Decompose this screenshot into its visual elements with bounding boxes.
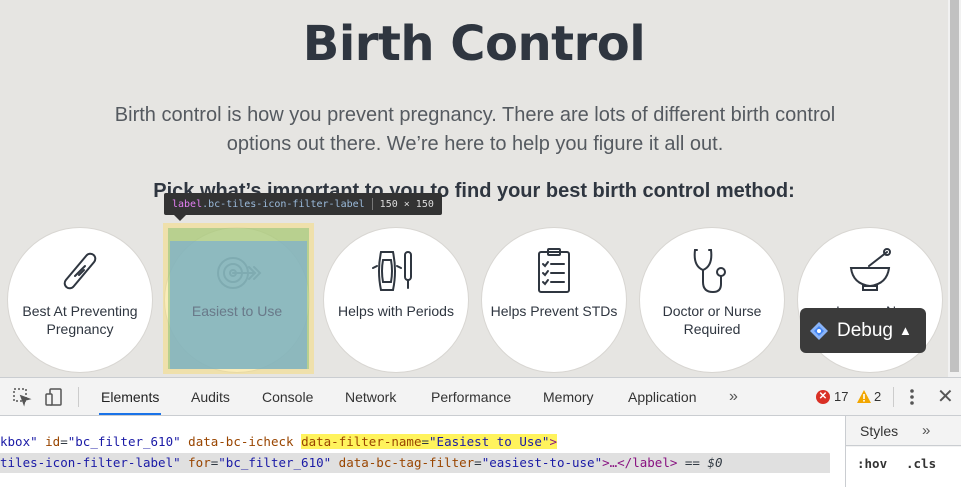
tooltip-class: .bc-tiles-icon-filter-label	[202, 198, 365, 210]
dom-selected-marker: == $0	[677, 455, 723, 470]
dom-attr-value: "bc_filter_610"	[67, 434, 181, 449]
dom-attr-name: for	[188, 455, 211, 470]
tile-label-line: Helps Prevent STDs	[490, 303, 618, 319]
tile-label-line: Required	[683, 321, 741, 337]
chevron-up-icon: ▲	[899, 323, 912, 338]
dom-attr-value: kbox"	[0, 434, 46, 449]
hover-state-button[interactable]: :hov	[857, 456, 887, 471]
inspect-element-icon[interactable]	[12, 387, 32, 407]
filter-tile-helps-with-periods[interactable]: Helps with Periods	[324, 228, 468, 372]
close-devtools-icon[interactable]: ✕	[937, 387, 954, 407]
tab-audits[interactable]: Audits	[189, 378, 232, 415]
error-count[interactable]: 17	[834, 378, 848, 416]
filter-tile-doctor-or-nurse[interactable]: Doctor or Nurse Required	[640, 228, 784, 372]
kebab-menu-icon[interactable]	[906, 388, 918, 406]
filter-tile-best-at-preventing[interactable]: Best At Preventing Pregnancy	[8, 228, 152, 372]
tooltip-tag: label	[172, 198, 203, 210]
dom-attr-name: data-filter-name	[301, 434, 422, 449]
tile-label-line: Easiest to Use	[191, 303, 283, 319]
styles-filter-bar: :hov .cls	[846, 447, 961, 487]
device-toolbar-icon[interactable]	[44, 387, 64, 407]
filter-tile-label: Best At Preventing Pregnancy	[14, 302, 146, 338]
stethoscope-icon	[693, 249, 726, 294]
page-title: Birth Control	[302, 16, 646, 72]
dom-attr-value: "Easiest to Use"	[429, 434, 550, 449]
tile-label-line: Pregnancy	[46, 321, 114, 337]
dom-search-highlight: data-filter-name="Easiest to Use">	[301, 434, 557, 449]
filter-tile-label: Helps Prevent STDs	[488, 302, 620, 320]
styles-pane-header: Styles »	[846, 416, 961, 446]
dom-attr-value: "easiest-to-use"	[481, 455, 603, 470]
dom-equals: =	[60, 434, 68, 449]
dom-tree[interactable]: kbox" id="bc_filter_610" data-bc-icheck …	[0, 416, 830, 487]
dom-attr-name: data-bc-icheck	[180, 434, 302, 449]
tab-styles[interactable]: Styles	[860, 416, 898, 446]
tile-label-line: Best At Preventing	[22, 303, 138, 319]
filter-tile-label-overlay: Easiest to Use	[165, 228, 309, 372]
debug-label: Debug	[837, 319, 893, 341]
devtools-toolbar: Elements Audits Console Network Performa…	[0, 378, 961, 416]
tab-console[interactable]: Console	[260, 378, 315, 415]
filter-tile-label: Helps with Periods	[330, 302, 462, 320]
styles-pane: Styles » :hov .cls	[845, 416, 961, 487]
page-scrollbar-thumb[interactable]	[950, 0, 959, 372]
tab-application[interactable]: Application	[626, 378, 699, 415]
dom-attr-name: id	[45, 434, 61, 449]
page-scrollbar[interactable]	[948, 0, 961, 377]
more-tabs-button[interactable]: »	[729, 378, 738, 416]
tooltip-divider	[371, 198, 373, 210]
pad-icon	[372, 251, 412, 291]
more-panes-button[interactable]: »	[922, 416, 930, 446]
dom-equals: =	[421, 434, 430, 449]
filter-prompt: Pick what’s important to you to find you…	[153, 180, 795, 202]
tab-elements[interactable]: Elements	[99, 378, 162, 415]
dom-attr-name: data-bc-tag-filter	[331, 455, 475, 470]
tab-network[interactable]: Network	[343, 378, 398, 415]
tab-memory[interactable]: Memory	[541, 378, 596, 415]
tile-label-line: Helps with Periods	[338, 303, 454, 319]
filter-tile-helps-prevent-stds[interactable]: Helps Prevent STDs	[482, 228, 626, 372]
dom-tag-close: >	[549, 434, 557, 449]
filter-tile-label: Easiest to Use	[171, 302, 303, 320]
filter-tile-label: Doctor or Nurse Required	[646, 302, 778, 338]
pregnancy-test-icon	[63, 252, 97, 290]
error-icon[interactable]: ✕	[816, 390, 830, 404]
debug-badge[interactable]: Debug ▲	[800, 308, 926, 353]
clipboard-icon	[538, 248, 570, 293]
tab-performance[interactable]: Performance	[429, 378, 513, 415]
tag-manager-logo-icon	[810, 321, 828, 340]
warning-count[interactable]: 2	[874, 378, 881, 416]
page-description-line: options out there. We’re here to help yo…	[226, 133, 724, 155]
warning-icon[interactable]	[856, 389, 872, 404]
toolbar-divider	[893, 387, 894, 407]
tile-label-line: Doctor or Nurse	[662, 303, 762, 319]
dom-tag-close: >…</label>	[602, 455, 678, 470]
tooltip-size: 150 × 150	[379, 198, 434, 210]
inspector-tooltip: label .bc-tiles-icon-filter-label 150 × …	[164, 193, 442, 221]
web-page-viewport: Birth Control Birth control is how you p…	[0, 0, 961, 377]
dom-node-line-selected[interactable]: tiles-icon-filter-label" for = "bc_filter_…	[0, 453, 830, 473]
dom-equals: =	[474, 455, 482, 470]
class-toggle-button[interactable]: .cls	[906, 456, 936, 471]
dom-attr-value: "bc_filter_610"	[218, 455, 332, 470]
page-description: Birth control is how you prevent pregnan…	[90, 101, 860, 159]
page-description-line: Birth control is how you prevent pregnan…	[114, 104, 836, 126]
mortar-pestle-icon	[849, 248, 891, 291]
toolbar-divider	[78, 387, 79, 407]
dom-node-line[interactable]: kbox" id="bc_filter_610" data-bc-icheck …	[0, 432, 830, 452]
dom-attr-value: tiles-icon-filter-label"	[0, 455, 189, 470]
devtools-panel: Elements Audits Console Network Performa…	[0, 377, 961, 487]
